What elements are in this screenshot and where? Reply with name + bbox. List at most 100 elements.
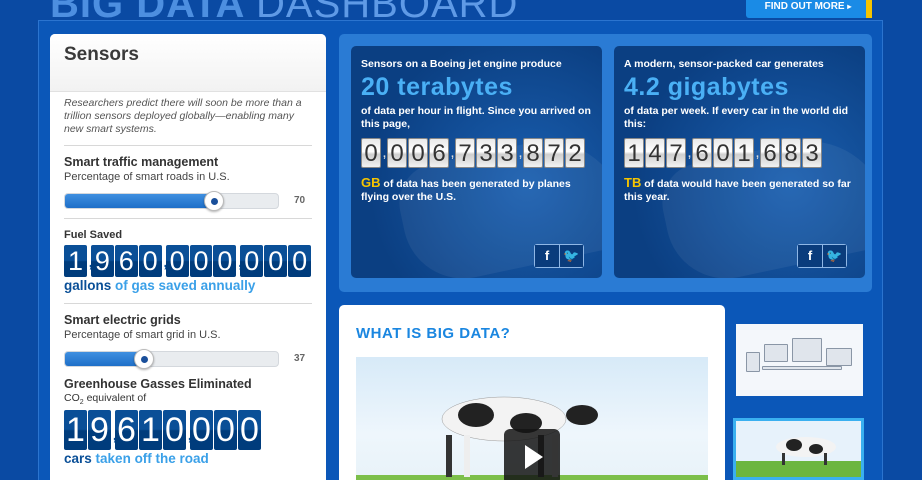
traffic-slider-row: 70 xyxy=(64,189,312,219)
sensors-panel: Sensors Researchers predict there will s… xyxy=(50,34,326,480)
digit-tile: 0 xyxy=(213,245,237,277)
digit-tile: 8 xyxy=(523,138,543,168)
jet-engine-card: Sensors on a Boeing jet engine produce 2… xyxy=(351,46,602,278)
digit-tile: 0 xyxy=(165,245,189,277)
find-out-more-button[interactable]: FIND OUT MORE ▸ xyxy=(746,0,870,18)
video-title: WHAT IS BIG DATA? xyxy=(356,325,511,342)
digit-tile: 7 xyxy=(666,138,686,168)
digit-tile: 0 xyxy=(163,410,186,451)
grid-title: Smart electric grids xyxy=(64,313,181,327)
traffic-slider[interactable] xyxy=(64,191,279,211)
arrow-right-icon: ▸ xyxy=(847,2,852,11)
grid-slider-knob[interactable] xyxy=(133,349,154,369)
card-text: of data per hour in flight. Since you ar… xyxy=(361,105,591,130)
video-player[interactable] xyxy=(356,357,708,480)
ghg-counter: 19,610,000 xyxy=(64,410,312,451)
facebook-icon[interactable]: f xyxy=(535,245,559,267)
sensors-header: Sensors xyxy=(50,34,326,92)
digit-tile: 8 xyxy=(781,138,801,168)
digit-tile: 1 xyxy=(64,410,87,451)
fuel-rest: of gas saved annually xyxy=(115,278,256,293)
digit-tile: 6 xyxy=(115,410,138,451)
digit-tile: 7 xyxy=(455,138,475,168)
share-buttons: f 🐦 xyxy=(534,244,584,268)
digit-tile: 1 xyxy=(624,138,644,168)
fuel-saved-caption: gallons of gas saved annually xyxy=(64,278,312,293)
card-text: of data per week. If every car in the wo… xyxy=(624,105,849,130)
digit-tile: 0 xyxy=(713,138,733,168)
facebook-icon[interactable]: f xyxy=(798,245,822,267)
devices-icon xyxy=(746,338,854,378)
digit-tile: 9 xyxy=(90,245,114,277)
digit-tile: 6 xyxy=(429,138,449,168)
co2-pre: CO xyxy=(64,392,80,404)
fuel-saved-counter: 1,960,000,000 xyxy=(64,245,312,277)
ghg-subtitle: CO2 equivalent of xyxy=(64,392,312,406)
car-data-counter: 147,601,683 xyxy=(624,138,855,168)
grid-value: 37 xyxy=(294,353,306,364)
digit-tile: 1 xyxy=(64,245,87,277)
grid-slider-row: 37 xyxy=(64,347,312,373)
card-footer-text: GB of data has been generated by planes … xyxy=(361,176,592,204)
sensors-heading: Sensors xyxy=(64,44,139,65)
digit-tile: 4 xyxy=(645,138,665,168)
digit-tile: 7 xyxy=(544,138,564,168)
find-out-more-label: FIND OUT MORE xyxy=(764,1,845,12)
digit-tile: 0 xyxy=(214,410,237,451)
card-headline: 4.2 gigabytes xyxy=(624,73,789,101)
twitter-icon[interactable]: 🐦 xyxy=(822,245,846,267)
digit-tile: 0 xyxy=(138,245,162,277)
digit-tile: 6 xyxy=(760,138,780,168)
grid-slider[interactable] xyxy=(64,349,279,369)
digit-tile: 0 xyxy=(189,245,213,277)
co2-post: equivalent of xyxy=(86,392,147,404)
video-panel: WHAT IS BIG DATA? xyxy=(339,305,725,480)
cta-edge-accent xyxy=(866,0,872,18)
fuel-saved-label: Fuel Saved xyxy=(64,229,123,241)
traffic-slider-fill xyxy=(65,194,215,208)
digit-tile: 1 xyxy=(139,410,162,451)
play-icon[interactable] xyxy=(504,429,560,480)
card-intro: Sensors on a Boeing jet engine produce xyxy=(361,58,562,70)
digit-tile: 3 xyxy=(802,138,822,168)
ghg-unit: cars xyxy=(64,451,92,467)
jet-data-counter: 0,006,733,872 xyxy=(361,138,592,168)
traffic-value: 70 xyxy=(294,195,306,206)
ghg-title: Greenhouse Gasses Eliminated xyxy=(64,377,252,391)
digit-tile: 0 xyxy=(408,138,428,168)
traffic-subtitle: Percentage of smart roads in U.S. xyxy=(64,171,230,183)
digit-tile: 0 xyxy=(238,410,261,451)
digit-tile: 6 xyxy=(114,245,138,277)
digit-tile: 1 xyxy=(734,138,754,168)
card-footer-rest: of data has been generated by planes fly… xyxy=(361,178,571,203)
ghg-rest: taken off the road xyxy=(95,451,209,467)
car-data-card: A modern, sensor-packed car generates 4.… xyxy=(614,46,865,278)
share-buttons: f 🐦 xyxy=(797,244,847,268)
traffic-title: Smart traffic management xyxy=(64,155,219,169)
digit-tile: 3 xyxy=(476,138,496,168)
co2-sub: 2 xyxy=(79,399,84,407)
card-intro: A modern, sensor-packed car generates xyxy=(624,58,824,70)
cow-thumbnail-image xyxy=(736,421,861,477)
video-thumbnail-cow[interactable] xyxy=(733,418,864,480)
ghg-caption: cars taken off the road xyxy=(64,451,312,466)
digit-tile: 0 xyxy=(288,245,312,277)
digit-tile: 0 xyxy=(264,245,288,277)
digit-tile: 3 xyxy=(497,138,517,168)
digit-tile: 0 xyxy=(190,410,213,451)
card-footer-text: TB of data would have been generated so … xyxy=(624,176,855,204)
unit-highlight: GB xyxy=(361,175,381,190)
sensors-intro: Researchers predict there will soon be m… xyxy=(64,92,312,146)
card-headline: 20 terabytes xyxy=(361,73,513,101)
traffic-slider-knob[interactable] xyxy=(204,191,225,211)
digit-tile: 9 xyxy=(88,410,111,451)
digit-tile: 0 xyxy=(387,138,407,168)
video-thumbnail-devices[interactable] xyxy=(736,324,863,396)
unit-highlight: TB xyxy=(624,175,642,190)
digit-tile: 6 xyxy=(692,138,712,168)
digit-tile: 0 xyxy=(240,245,264,277)
divider xyxy=(64,303,312,304)
twitter-icon[interactable]: 🐦 xyxy=(559,245,583,267)
grid-subtitle: Percentage of smart grid in U.S. xyxy=(64,329,221,341)
digit-tile: 0 xyxy=(361,138,381,168)
